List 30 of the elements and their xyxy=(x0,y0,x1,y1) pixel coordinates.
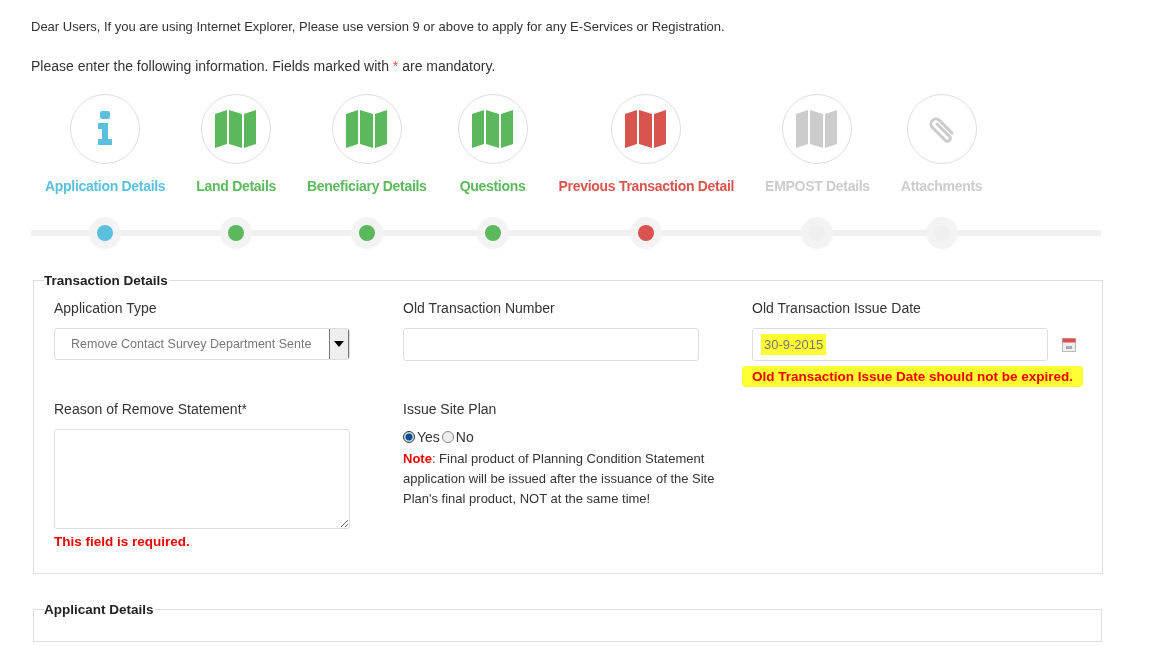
date-field[interactable]: 30-9-2015 xyxy=(752,328,1048,361)
note-text: Note: Final product of Planning Condition Statement application will be issued after the issuance of the Site Plan's final product, NOT at the same time! xyxy=(403,450,716,508)
info-icon xyxy=(97,111,114,147)
error-message: Old Transaction Issue Date should not be expired. xyxy=(742,366,1084,387)
browser-notice: Dear Users, If you are using Internet Explorer, Please use version 9 or above to apply for any E-Services or Registration. xyxy=(31,19,726,34)
radio-option[interactable]: No xyxy=(441,429,474,445)
instructions-text: Please enter the following information. Fields marked with * are mandatory. xyxy=(31,58,497,74)
radio-option[interactable]: Yes xyxy=(403,429,440,445)
field-label: Old Transaction Number xyxy=(403,300,556,316)
map-icon xyxy=(471,109,514,149)
calendar-icon[interactable] xyxy=(1062,337,1076,352)
application-type-select[interactable]: Remove Contact Survey Department Sente xyxy=(54,328,350,360)
reason-textarea[interactable] xyxy=(54,429,350,529)
step-label[interactable]: Previous Transaction Detail xyxy=(558,178,735,194)
map-icon xyxy=(796,109,839,149)
section-title: Applicant Details xyxy=(44,602,155,617)
map-icon xyxy=(215,109,258,149)
input-field[interactable] xyxy=(403,328,699,361)
map-icon xyxy=(625,109,668,149)
step-label[interactable]: Beneficiary Details xyxy=(307,178,427,194)
step-label[interactable]: Questions xyxy=(459,178,526,194)
section-title: Transaction Details xyxy=(44,273,169,288)
error-message: This field is required. xyxy=(54,534,191,549)
step-label[interactable]: Application Details xyxy=(45,178,166,194)
field-label: Application Type xyxy=(54,300,158,316)
field-label: Reason of Remove Statement* xyxy=(54,401,248,417)
field-label: Old Transaction Issue Date xyxy=(752,300,922,316)
map-icon xyxy=(345,109,388,149)
step-label[interactable]: Land Details xyxy=(196,178,276,194)
field-label: Issue Site Plan xyxy=(403,401,498,417)
